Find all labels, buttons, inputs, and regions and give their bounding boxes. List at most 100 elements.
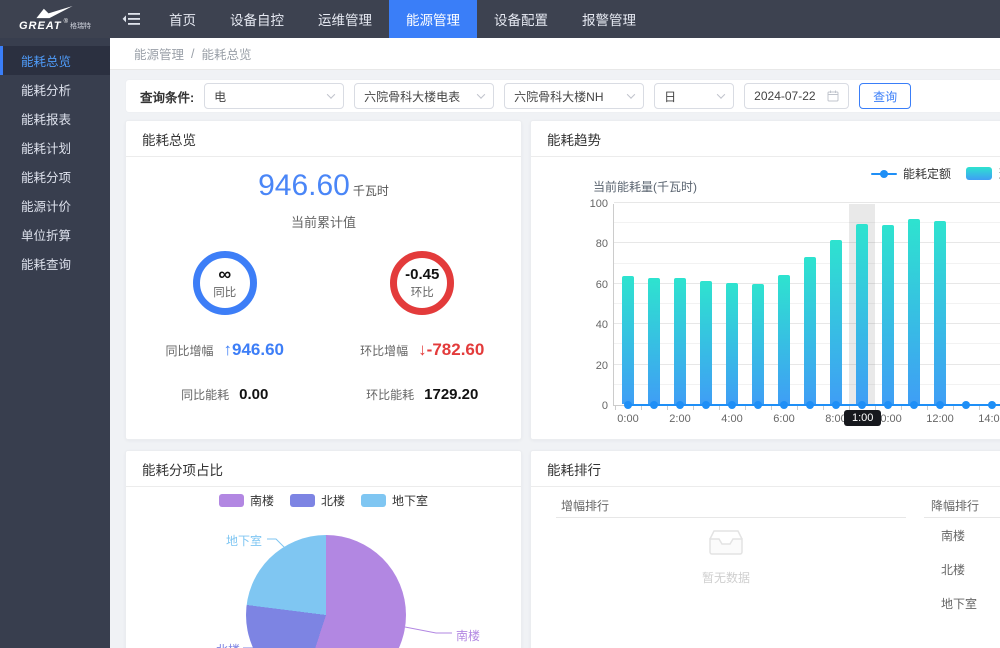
nav-item-ops[interactable]: 运维管理 <box>301 0 389 38</box>
quota-line-dot[interactable] <box>650 401 658 409</box>
legend-item-current[interactable]: 当前能耗 <box>966 165 1000 182</box>
period-select[interactable]: 日 <box>654 83 734 109</box>
ranking-item-north[interactable]: 北楼 <box>941 561 965 578</box>
nav-item-device-config[interactable]: 设备配置 <box>477 0 565 38</box>
x-axis-tick <box>797 406 798 410</box>
trend-bar[interactable] <box>856 224 868 404</box>
legend-label: 地下室 <box>392 492 428 509</box>
x-axis-tick <box>771 406 772 410</box>
nav-item-energy[interactable]: 能源管理 <box>389 0 477 38</box>
panel-energy-ranking: 能耗排行 增幅排行 暂无数据 降幅排行 南楼 北楼 地下室 <box>530 450 1000 648</box>
total-caption: 当前累计值 <box>126 212 521 231</box>
legend-item-quota[interactable]: 能耗定额 <box>871 165 951 182</box>
trend-bar[interactable] <box>830 240 842 404</box>
trend-bar[interactable] <box>648 278 660 404</box>
y-axis-tick-label: 100 <box>572 198 608 210</box>
quota-line-dot[interactable] <box>832 401 840 409</box>
x-axis-tick <box>667 406 668 410</box>
main-nav: 首页 设备自控 运维管理 能源管理 设备配置 报警管理 <box>152 0 653 38</box>
trend-bar[interactable] <box>778 275 790 404</box>
yoy-energy-label: 同比能耗 <box>181 386 229 403</box>
quota-line-dot[interactable] <box>988 401 996 409</box>
building-select[interactable]: 六院骨科大楼NH <box>504 83 644 109</box>
yoy-ratio-label: 同比 <box>213 284 236 300</box>
logo-cn-text: 格瑞特 <box>70 21 91 31</box>
trend-bar[interactable] <box>804 257 816 404</box>
sidebar-item-search[interactable]: 能耗查询 <box>0 249 110 278</box>
sidebar-item-pricing[interactable]: 能源计价 <box>0 191 110 220</box>
quota-line-dot[interactable] <box>754 401 762 409</box>
logo-text: GREAT <box>19 20 62 32</box>
search-button[interactable]: 查询 <box>859 83 911 109</box>
quota-line-dot[interactable] <box>728 401 736 409</box>
legend-item-north[interactable]: 北楼 <box>290 492 345 509</box>
trend-bar[interactable] <box>622 276 634 404</box>
pie-label-south: 南楼 <box>456 627 480 644</box>
legend-item-south[interactable]: 南楼 <box>219 492 274 509</box>
date-value: 2024-07-22 <box>754 89 815 103</box>
x-axis-tick <box>901 406 902 410</box>
yoy-ratio-value: ∞ <box>218 266 231 283</box>
sidebar-item-plan[interactable]: 能耗计划 <box>0 133 110 162</box>
sidebar-item-subentry[interactable]: 能耗分项 <box>0 162 110 191</box>
sidebar-item-conversion[interactable]: 单位折算 <box>0 220 110 249</box>
quota-line-dot[interactable] <box>910 401 918 409</box>
quota-line-dot[interactable] <box>624 401 632 409</box>
x-axis-tick <box>641 406 642 410</box>
x-axis-tick <box>823 406 824 410</box>
y-axis-tick-label: 20 <box>572 360 608 372</box>
quota-line-dot[interactable] <box>806 401 814 409</box>
divider <box>556 517 906 518</box>
trend-bar[interactable] <box>934 221 946 404</box>
trend-bar[interactable] <box>700 281 712 404</box>
meter-select[interactable]: 六院骨科大楼电表 <box>354 83 494 109</box>
breadcrumb: 能源管理 / 能耗总览 <box>110 38 1000 70</box>
sidebar: 能耗总览 能耗分析 能耗报表 能耗计划 能耗分项 能源计价 单位折算 能耗查询 <box>0 38 110 648</box>
quota-line-dot[interactable] <box>676 401 684 409</box>
pie-chart[interactable] <box>246 535 406 648</box>
trend-bar[interactable] <box>882 225 894 404</box>
legend-item-basement[interactable]: 地下室 <box>361 492 428 509</box>
sidebar-item-overview[interactable]: 能耗总览 <box>0 46 110 75</box>
trend-bar[interactable] <box>908 219 920 404</box>
sidebar-collapse-button[interactable] <box>110 0 152 38</box>
energy-dashboard-page: GREAT ® 格瑞特 首页 设备自控 运维管理 能源管理 设备配置 报警管理 … <box>0 0 1000 648</box>
ranking-item-basement[interactable]: 地下室 <box>941 595 977 612</box>
mom-column: -0.45 环比 环比增幅 ↓-782.60 环比能耗 1729.20 <box>324 251 522 403</box>
nav-item-device-auto[interactable]: 设备自控 <box>213 0 301 38</box>
x-axis-tick <box>979 406 980 410</box>
date-picker[interactable]: 2024-07-22 <box>744 83 849 109</box>
sidebar-item-report[interactable]: 能耗报表 <box>0 104 110 133</box>
pie-label-basement: 地下室 <box>226 532 262 549</box>
trend-bar[interactable] <box>752 284 764 404</box>
panel-title: 能耗分项占比 <box>126 451 521 487</box>
quota-line-dot[interactable] <box>858 401 866 409</box>
panel-title: 能耗排行 <box>531 451 1000 487</box>
breadcrumb-section[interactable]: 能源管理 <box>134 44 184 63</box>
query-bar: 查询条件: 电 六院骨科大楼电表 六院骨科大楼NH 日 2024-07-22 <box>125 79 1000 113</box>
ranking-item-south[interactable]: 南楼 <box>941 527 965 544</box>
trend-bar[interactable] <box>726 283 738 404</box>
quota-line-dot[interactable] <box>702 401 710 409</box>
ranking-increase-title: 增幅排行 <box>561 497 609 514</box>
sidebar-item-analysis[interactable]: 能耗分析 <box>0 75 110 104</box>
quota-line-dot[interactable] <box>962 401 970 409</box>
quota-line-dot[interactable] <box>884 401 892 409</box>
x-axis-tick <box>693 406 694 410</box>
axis-pointer-tooltip: 1:00 <box>844 410 881 426</box>
trend-y-axis-title: 当前能耗量(千瓦时) <box>593 178 697 195</box>
quota-line-dot[interactable] <box>780 401 788 409</box>
nav-item-alarm[interactable]: 报警管理 <box>565 0 653 38</box>
quota-line-dot[interactable] <box>936 401 944 409</box>
logo-swoosh-icon <box>36 6 74 19</box>
yoy-growth-value: ↑946.60 <box>224 340 285 360</box>
up-arrow-icon: ↑ <box>224 340 233 359</box>
swatch-icon <box>290 494 315 507</box>
x-axis-tick <box>719 406 720 410</box>
energy-type-select[interactable]: 电 <box>204 83 344 109</box>
mom-ring: -0.45 环比 <box>390 251 454 315</box>
ranking-decrease-title: 降幅排行 <box>931 497 979 514</box>
yoy-column: ∞ 同比 同比增幅 ↑946.60 同比能耗 0.00 <box>126 251 324 403</box>
trend-bar[interactable] <box>674 278 686 404</box>
nav-item-home[interactable]: 首页 <box>152 0 213 38</box>
